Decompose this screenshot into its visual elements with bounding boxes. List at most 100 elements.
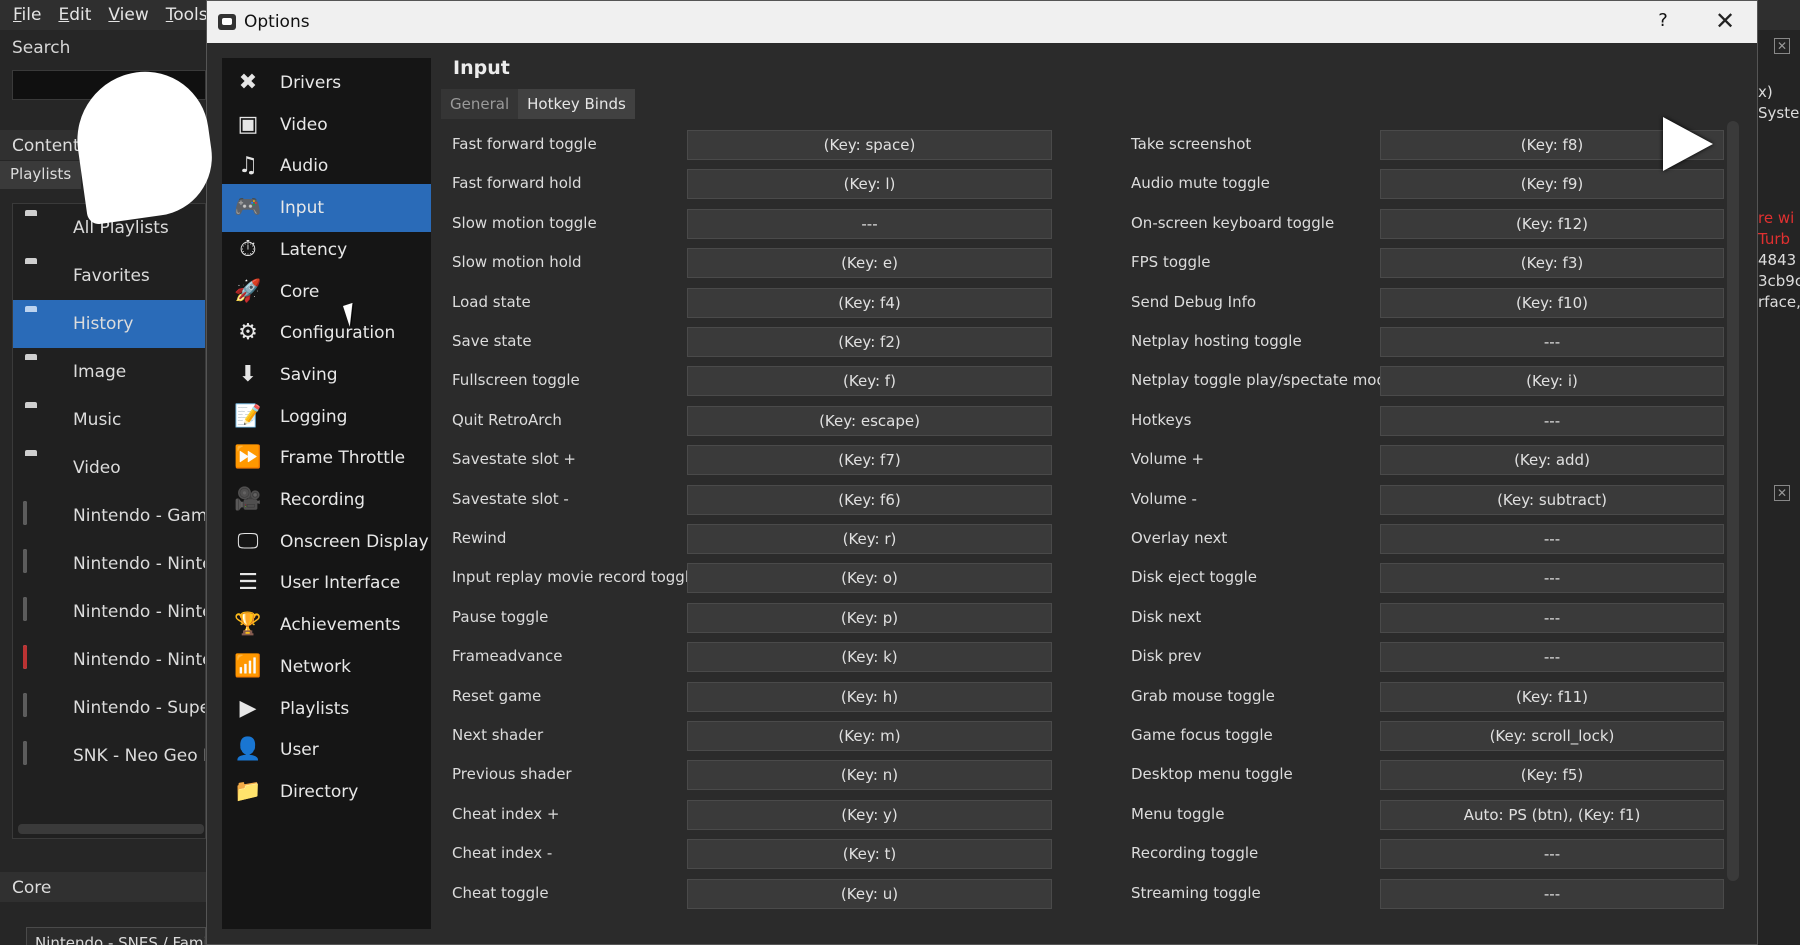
hotkey-bind-button[interactable]: (Key: f2) <box>687 327 1052 357</box>
hotkey-bind-button[interactable]: Auto: PS (btn), (Key: f1) <box>1380 799 1724 830</box>
hotkey-row: Previous shader (Key: n) <box>452 760 1052 791</box>
hotkey-label: Fast forward toggle <box>452 135 597 153</box>
playlist-item[interactable]: Music <box>13 396 205 444</box>
hotkey-bind-button[interactable]: (Key: subtract) <box>1380 484 1724 515</box>
hotkey-bind-button[interactable]: (Key: scroll_lock) <box>1380 721 1724 751</box>
playlist-item[interactable]: History <box>13 300 205 348</box>
hotkey-bind-button[interactable]: (Key: y) <box>687 799 1052 830</box>
hotkey-bind-button[interactable]: (Key: f6) <box>687 484 1052 515</box>
hotkey-bind-button[interactable]: --- <box>1380 405 1724 436</box>
fast-forward-icon: ⏩ <box>234 445 262 471</box>
hotkey-label: Savestate slot - <box>452 489 569 508</box>
hotkey-bind-button[interactable]: (Key: escape) <box>687 405 1052 436</box>
cropped-text <box>1758 124 1800 145</box>
hotkey-bind-button[interactable]: --- <box>1380 563 1724 594</box>
hotkey-bind-button[interactable]: (Key: f4) <box>687 287 1052 318</box>
hotkey-bind-button[interactable]: --- <box>1380 878 1724 909</box>
vertical-scrollbar[interactable] <box>1727 121 1739 881</box>
hotkey-bind-button[interactable]: --- <box>1380 602 1724 633</box>
horizontal-scrollbar[interactable] <box>18 824 204 834</box>
core-select[interactable]: Nintendo - SNES / Famico <box>26 927 206 945</box>
close-icon[interactable]: ✕ <box>1774 485 1790 501</box>
file-play-icon: ▶ <box>239 695 257 721</box>
menu-edit[interactable]: Edit <box>58 5 91 25</box>
menu-tools[interactable]: Tools <box>166 5 208 25</box>
hotkey-bind-button[interactable]: (Key: f3) <box>1380 248 1724 279</box>
hotkey-bind-button[interactable]: (Key: f5) <box>1380 760 1724 791</box>
hotkey-label: Volume - <box>1131 489 1197 508</box>
hotkey-bind-button[interactable]: (Key: m) <box>687 721 1052 751</box>
category-label: Achievements <box>280 615 401 636</box>
hotkey-bind-button[interactable]: (Key: k) <box>687 642 1052 673</box>
playlist-label: All Playlists <box>73 218 169 238</box>
category-label: Playlists <box>280 698 350 719</box>
menu-view[interactable]: View <box>108 5 148 25</box>
playlist-item[interactable]: Favorites <box>13 252 205 300</box>
hotkey-bind-button[interactable]: (Key: f7) <box>687 445 1052 476</box>
tab-playlists[interactable]: Playlists <box>0 161 82 189</box>
hotkey-bind-button[interactable]: (Key: p) <box>687 602 1052 633</box>
hotkey-bind-button[interactable]: (Key: f12) <box>1380 208 1724 239</box>
category-label: User Interface <box>280 573 401 594</box>
hotkey-bind-button[interactable]: (Key: h) <box>687 681 1052 712</box>
tab-hotkey-binds[interactable]: Hotkey Binds <box>518 89 635 119</box>
playlist-item[interactable]: Image <box>13 348 205 396</box>
category-label: Video <box>280 114 328 135</box>
hotkey-bind-button[interactable]: (Key: f9) <box>1380 169 1724 200</box>
hotkey-bind-button[interactable]: (Key: r) <box>687 524 1052 554</box>
category-label: User <box>280 740 319 761</box>
hotkey-bind-button[interactable]: (Key: add) <box>1380 445 1724 476</box>
help-button[interactable]: ? <box>1651 10 1675 34</box>
playlist-label: Nintendo - Ninter <box>73 650 205 670</box>
folder-icon <box>23 311 55 337</box>
search-label: Search <box>12 38 71 58</box>
hotkey-bind-button[interactable]: (Key: f) <box>687 366 1052 397</box>
playlist-item[interactable]: Nintendo - Super <box>13 684 205 732</box>
playlist-item[interactable]: SNK - Neo Geo Po <box>13 732 205 780</box>
category-label: Input <box>280 198 325 219</box>
playlist-item[interactable]: Nintendo - Game <box>13 492 205 540</box>
hotkey-bind-button[interactable]: (Key: f11) <box>1380 681 1724 712</box>
playlist-item[interactable]: Nintendo - Ninter <box>13 636 205 684</box>
hotkey-row: Take screenshot (Key: f8) <box>1131 130 1724 160</box>
playlist-label: Favorites <box>73 266 150 286</box>
hotkey-bind-button[interactable]: (Key: n) <box>687 760 1052 791</box>
retroarch-app-icon <box>218 14 236 30</box>
hotkey-bind-button[interactable]: (Key: l) <box>687 169 1052 200</box>
hotkey-label: Fullscreen toggle <box>452 371 580 390</box>
tab-bar: General Hotkey Binds <box>441 89 635 119</box>
hotkey-row: Disk next --- <box>1131 602 1724 633</box>
playlist-label: Nintendo - Ninter <box>73 554 205 574</box>
hotkey-bind-button[interactable]: (Key: e) <box>687 248 1052 279</box>
category-label: Directory <box>280 781 359 802</box>
hotkey-bind-button[interactable]: (Key: t) <box>687 839 1052 870</box>
hotkey-bind-button[interactable]: --- <box>1380 839 1724 870</box>
folder-icon: 📁 <box>234 778 262 804</box>
cropped-text: Systen <box>1758 104 1800 122</box>
hotkey-bind-button[interactable]: --- <box>687 208 1052 239</box>
playlist-item[interactable]: Nintendo - Ninter <box>13 588 205 636</box>
hotkey-row: Cheat toggle (Key: u) <box>452 878 1052 909</box>
close-button[interactable]: ✕ <box>1711 7 1739 35</box>
right-panel-text: x) Systen re wi Turb 4843 3cb9c rface, <box>1758 82 1800 313</box>
cropped-text <box>1758 166 1800 187</box>
hotkey-bind-button[interactable]: --- <box>1380 642 1724 673</box>
hotkey-bind-button[interactable]: --- <box>1380 524 1724 554</box>
hotkey-label: Desktop menu toggle <box>1131 765 1293 784</box>
category-label: Audio <box>280 156 329 177</box>
hotkey-bind-button[interactable]: (Key: i) <box>1380 366 1724 397</box>
hotkey-bind-button[interactable]: --- <box>1380 327 1724 357</box>
hotkey-bind-button[interactable]: (Key: space) <box>687 130 1052 160</box>
category-label: Core <box>280 281 320 302</box>
playlist-item[interactable]: Nintendo - Ninter <box>13 540 205 588</box>
category-label: Logging <box>280 406 348 427</box>
close-icon[interactable]: ✕ <box>1774 38 1790 54</box>
category-directory[interactable]: 📁 Directory <box>222 768 431 816</box>
playlist-item[interactable]: Video <box>13 444 205 492</box>
tab-general[interactable]: General <box>441 89 519 119</box>
hotkey-bind-button[interactable]: (Key: u) <box>687 878 1052 909</box>
hotkey-bind-button[interactable]: (Key: o) <box>687 563 1052 594</box>
hotkey-bind-button[interactable]: (Key: f10) <box>1380 287 1724 318</box>
hotkey-label: Disk eject toggle <box>1131 568 1258 587</box>
menu-file[interactable]: File <box>13 5 41 25</box>
